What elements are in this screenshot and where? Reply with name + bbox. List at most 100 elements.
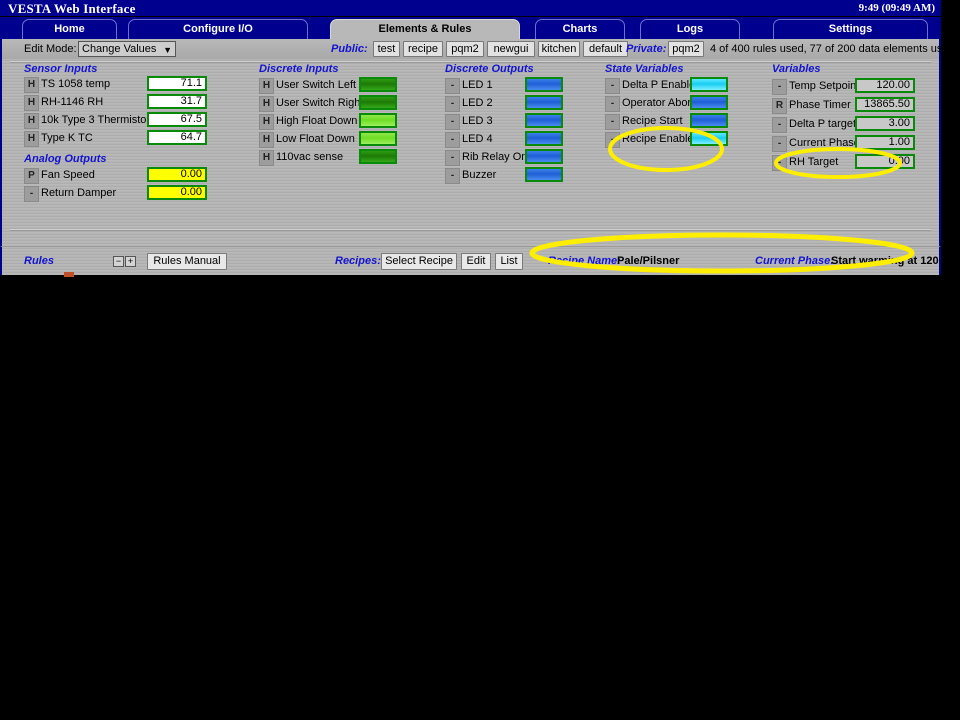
value-field[interactable]: 0.00 [147,167,207,182]
private-button-pqm2[interactable]: pqm2 [668,41,704,57]
public-button-newgui[interactable]: newgui [487,41,535,57]
row-type-badge[interactable]: H [24,77,39,93]
row-label: Delta P target [789,118,857,130]
row-label: RH-1146 RH [41,96,104,108]
value-field[interactable]: 64.7 [147,130,207,145]
row-type-badge[interactable]: - [445,168,460,184]
row-type-badge[interactable]: - [445,96,460,112]
row-type-badge[interactable]: H [259,132,274,148]
row-type-badge[interactable]: - [445,78,460,94]
list-recipe-button[interactable]: List [495,253,523,270]
private-label: Private: [626,43,667,55]
value-field[interactable]: 31.7 [147,94,207,109]
state-indicator[interactable] [690,77,728,92]
state-indicator[interactable] [525,77,563,92]
section-title-state-variables: State Variables [605,63,684,75]
row-label: Buzzer [462,169,497,181]
row-label: Recipe Enable [622,133,694,145]
state-indicator[interactable] [525,167,563,182]
state-indicator[interactable] [525,95,563,110]
row-type-badge[interactable]: - [772,117,787,133]
tab-elements-rules[interactable]: Elements & Rules [330,19,520,39]
select-recipe-button[interactable]: Select Recipe [381,253,457,270]
rules-label: Rules [24,255,54,267]
row-label: High Float Down [276,115,358,127]
state-indicator[interactable] [690,131,728,146]
tab-logs[interactable]: Logs [640,19,740,39]
state-indicator[interactable] [359,131,397,146]
row-type-badge[interactable]: - [772,155,787,171]
tab-home[interactable]: Home [22,19,117,39]
value-field[interactable]: 1.00 [855,135,915,150]
public-button-default[interactable]: default [583,41,628,57]
edit-recipe-button[interactable]: Edit [461,253,491,270]
row-type-badge[interactable]: H [259,114,274,130]
row-type-badge[interactable]: - [605,114,620,130]
value-field[interactable]: 71.1 [147,76,207,91]
tab-charts[interactable]: Charts [535,19,625,39]
tab-settings[interactable]: Settings [773,19,928,39]
row-type-badge[interactable]: H [259,78,274,94]
row-type-badge[interactable]: H [24,131,39,147]
row-type-badge[interactable]: P [24,168,39,184]
clock: 9:49 (09:49 AM) [858,2,935,14]
row-type-badge[interactable]: - [772,136,787,152]
public-button-recipe[interactable]: recipe [403,41,443,57]
row-label: RH Target [789,156,839,168]
state-indicator[interactable] [690,113,728,128]
edit-mode-select[interactable]: Change Values ▼ [78,41,176,57]
page-title: VESTA Web Interface [8,1,136,16]
rules-manual-button[interactable]: Rules Manual [147,253,227,270]
public-button-pqm2[interactable]: pqm2 [446,41,484,57]
row-label: 10k Type 3 Thermistor [41,114,151,126]
value-field[interactable]: 3.00 [855,116,915,131]
row-label: Temp Setpoint [789,80,860,92]
row-type-badge[interactable]: H [24,95,39,111]
state-indicator[interactable] [525,113,563,128]
row-type-badge[interactable]: R [772,98,787,114]
row-label: Rib Relay On [462,151,528,163]
collapse-rules-icon[interactable]: − [113,256,124,267]
row-type-badge[interactable]: H [259,150,274,166]
state-indicator[interactable] [359,77,397,92]
usage-status: 4 of 400 rules used, 77 of 200 data elem… [710,43,955,55]
row-type-badge[interactable]: - [24,186,39,202]
public-button-kitchen[interactable]: kitchen [538,41,580,57]
row-type-badge[interactable]: - [605,132,620,148]
value-field[interactable]: 0.00 [855,154,915,169]
state-indicator[interactable] [359,113,397,128]
row-label: User Switch Left [276,79,357,91]
edit-mode-label: Edit Mode: [24,43,77,55]
row-type-badge[interactable]: H [24,113,39,129]
section-title-discrete-inputs: Discrete Inputs [259,63,339,75]
row-label: LED 3 [462,115,493,127]
tab-configure-i-o[interactable]: Configure I/O [128,19,308,39]
row-type-badge[interactable]: H [259,96,274,112]
expand-rules-icon[interactable]: + [125,256,136,267]
row-type-badge[interactable]: - [445,132,460,148]
value-field[interactable]: 120.00 [855,78,915,93]
row-type-badge[interactable]: - [445,114,460,130]
row-label: Low Float Down [276,133,355,145]
divider-bottom [10,229,931,231]
state-indicator[interactable] [359,149,397,164]
row-type-badge[interactable]: - [605,96,620,112]
row-label: Fan Speed [41,169,95,181]
row-type-badge[interactable]: - [605,78,620,94]
state-indicator[interactable] [525,131,563,146]
state-indicator[interactable] [525,149,563,164]
value-field[interactable]: 0.00 [147,185,207,200]
recipes-label: Recipes: [335,255,381,267]
row-type-badge[interactable]: - [772,79,787,95]
state-indicator[interactable] [359,95,397,110]
section-title-discrete-outputs: Discrete Outputs [445,63,534,75]
state-indicator[interactable] [690,95,728,110]
value-field[interactable]: 67.5 [147,112,207,127]
tab-bar: Home Configure I/O Elements & Rules Charts L… [0,17,941,39]
public-button-test[interactable]: test [373,41,400,57]
row-label: Operator Abort [622,97,695,109]
value-field[interactable]: 13865.50 [855,97,915,112]
section-title-sensor-inputs: Sensor Inputs [24,63,98,75]
row-label: Recipe Start [622,115,683,127]
row-type-badge[interactable]: - [445,150,460,166]
